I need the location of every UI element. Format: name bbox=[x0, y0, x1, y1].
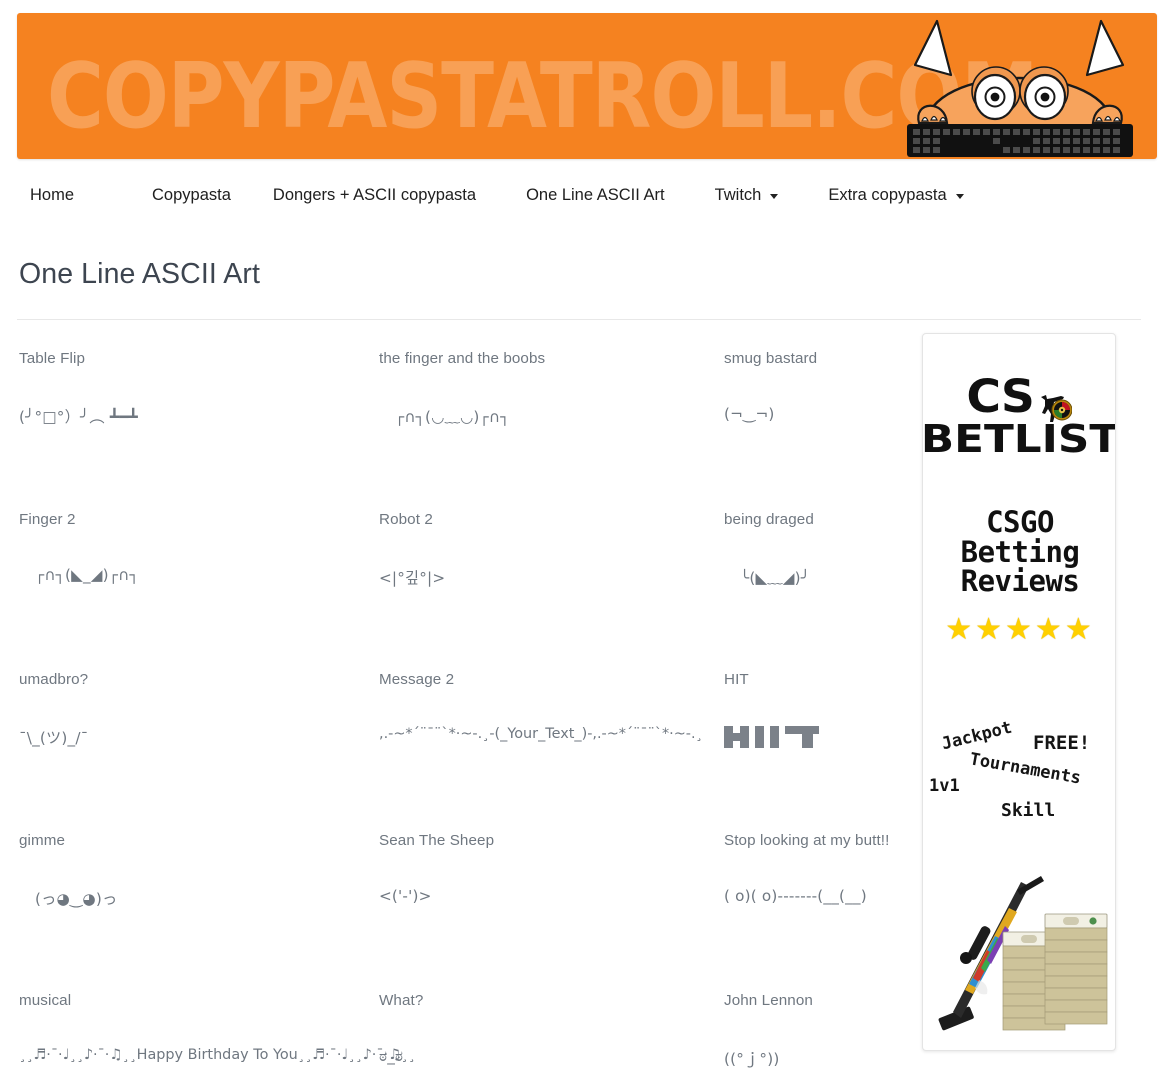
ascii-entry-label: the finger and the boobs bbox=[379, 350, 546, 367]
ascii-entry[interactable]: What? ಠ_ಠ bbox=[377, 962, 722, 1076]
nav-item-twitch[interactable]: Twitch bbox=[715, 186, 779, 205]
ascii-entry[interactable]: musical ¸¸♬·¯·♩¸¸♪·¯·♫¸¸Happy Birthday T… bbox=[17, 962, 415, 1076]
ad-headline-line-3: Reviews bbox=[960, 564, 1080, 599]
ascii-entry-art[interactable]: (っ◕‿◕)っ bbox=[19, 887, 377, 909]
ascii-entry-label: Message 2 bbox=[379, 671, 455, 688]
awp-rifle-with-money-stacks-image bbox=[938, 876, 1108, 1031]
ascii-entry-label: Sean The Sheep bbox=[379, 831, 495, 849]
ad-logo-cs-text: CS bbox=[966, 370, 1035, 423]
ascii-entry-label: gimme bbox=[19, 831, 66, 849]
ad-headline-line-2: Betting bbox=[960, 534, 1080, 569]
nav-item-one-line-ascii-art[interactable]: One Line ASCII Art bbox=[526, 186, 665, 205]
ad-promo-word-jackpot: Jackpot bbox=[939, 717, 1015, 755]
nav-label: One Line ASCII Art bbox=[526, 185, 665, 204]
ascii-entry[interactable]: Robot 2 <|°깊°|> bbox=[377, 481, 722, 642]
ad-promo-word-free: FREE! bbox=[1033, 732, 1091, 754]
nav-label: Extra copypasta bbox=[828, 185, 947, 204]
ascii-entry-art[interactable]: ,.-~*´¨¯¨`*·~-.¸-(_Your_Text_)-,.-~*´¨¯¨… bbox=[379, 726, 722, 742]
ascii-entry[interactable]: Table Flip (╯°□°）╯︵ ┻━┻ bbox=[17, 320, 377, 481]
ad-headline: CSGO Betting Reviews bbox=[923, 505, 1115, 599]
money-stacks-icon bbox=[1002, 913, 1108, 1031]
ascii-entry-art[interactable]: ಠ_ಠ bbox=[379, 1047, 722, 1066]
ascii-entry-art[interactable]: ¸¸♬·¯·♩¸¸♪·¯·♫¸¸Happy Birthday To You¸¸♬… bbox=[19, 1047, 415, 1063]
hit-block-stem bbox=[801, 726, 813, 748]
troll-mascot-icon bbox=[907, 19, 1133, 157]
ascii-entry-art[interactable]: <|°깊°|> bbox=[379, 566, 722, 588]
ad-promo-word-1v1: 1v1 bbox=[929, 776, 960, 796]
page-root: COPYPASTATROLL.COM Home Copypasta Donger… bbox=[0, 0, 1159, 1076]
ascii-entry-label: What? bbox=[379, 992, 424, 1009]
ascii-entry-label: Table Flip bbox=[19, 350, 85, 367]
ascii-entry-art[interactable]: ¯\_(ツ)_/¯ bbox=[19, 726, 377, 748]
ascii-entry-art[interactable]: ┌∩┐(◣_◢)┌∩┐ bbox=[19, 566, 377, 584]
ascii-entry[interactable]: gimme (っ◕‿◕)っ bbox=[17, 802, 377, 963]
nav-item-dongers-ascii-copypasta[interactable]: Dongers + ASCII copypasta bbox=[273, 186, 476, 205]
ascii-entry-label: Robot 2 bbox=[379, 510, 433, 528]
ad-promo-word-tournaments: Tournaments bbox=[968, 749, 1083, 789]
ad-logo-betlist-text: BETLIST bbox=[922, 416, 1116, 461]
ascii-entry-label: musical bbox=[19, 992, 72, 1009]
nav-label: Home bbox=[30, 185, 75, 204]
site-banner[interactable]: COPYPASTATROLL.COM bbox=[17, 13, 1157, 159]
ad-promo-words: Jackpot FREE! Tournaments 1v1 Skill bbox=[923, 704, 1115, 834]
ad-star-rating: ★★★★★ bbox=[945, 613, 1095, 646]
chevron-down-icon bbox=[955, 193, 964, 199]
main-navigation: Home Copypasta Dongers + ASCII copypasta… bbox=[17, 172, 1141, 218]
nav-label: Dongers + ASCII copypasta bbox=[272, 185, 477, 204]
nav-label: Twitch bbox=[714, 185, 762, 204]
chevron-down-icon bbox=[770, 193, 779, 199]
ascii-entry-art[interactable]: (╯°□°）╯︵ ┻━┻ bbox=[19, 405, 377, 427]
ascii-entry-label: Finger 2 bbox=[19, 510, 76, 528]
ascii-entry[interactable]: the finger and the boobs ┌∩┐(◡﹏◡)┌∩┐ bbox=[377, 320, 722, 481]
nav-item-copypasta[interactable]: Copypasta bbox=[152, 186, 231, 205]
ascii-entry[interactable]: Finger 2 ┌∩┐(◣_◢)┌∩┐ bbox=[17, 481, 377, 642]
ascii-entry-art[interactable]: ┌∩┐(◡﹏◡)┌∩┐ bbox=[379, 405, 722, 427]
page-title: One Line ASCII Art bbox=[19, 258, 261, 290]
ascii-entry-label: umadbro? bbox=[19, 671, 89, 688]
ascii-entry[interactable]: umadbro? ¯\_(ツ)_/¯ bbox=[17, 641, 377, 802]
sidebar-advertisement[interactable]: CS BETLIST CSGO Betting Reviews ★★★★★ Ja… bbox=[922, 333, 1116, 1051]
nav-item-home[interactable]: Home bbox=[30, 186, 74, 205]
ad-logo: CS BETLIST bbox=[922, 370, 1116, 461]
ascii-entry[interactable]: Sean The Sheep <('-')> bbox=[377, 802, 722, 963]
nav-item-extra-copypasta[interactable]: Extra copypasta bbox=[828, 185, 964, 205]
ad-promo-word-skill: Skill bbox=[1001, 800, 1056, 821]
ascii-entry-art[interactable]: <('-')> bbox=[379, 887, 722, 905]
nav-label: Copypasta bbox=[152, 185, 231, 204]
ad-headline-line-1: CSGO bbox=[986, 505, 1054, 539]
ascii-entry[interactable]: Message 2 ,.-~*´¨¯¨`*·~-.¸-(_Your_Text_)… bbox=[377, 641, 722, 802]
